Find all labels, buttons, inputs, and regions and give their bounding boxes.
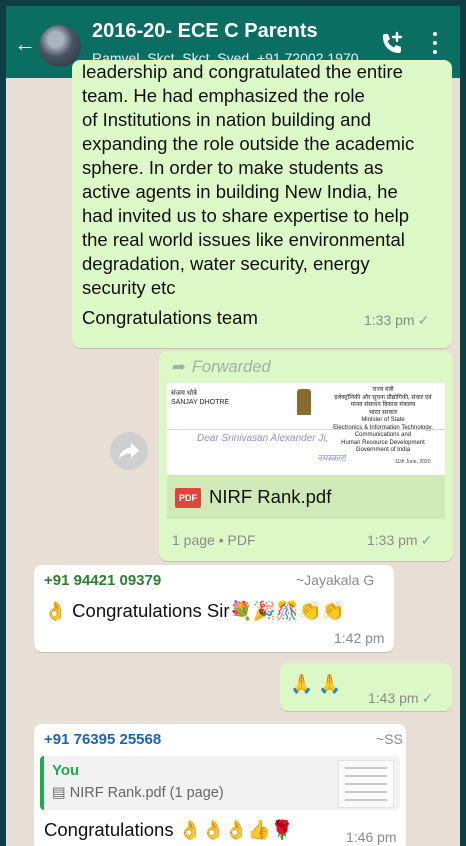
- message-time: 1:33 pm ✓: [364, 312, 429, 329]
- add-call-icon[interactable]: [378, 30, 406, 58]
- letterhead-line: राज्य मंत्री: [372, 387, 394, 393]
- sender-number[interactable]: +91 94421 09379: [44, 572, 161, 589]
- document-file-row[interactable]: PDF NIRF Rank.pdf: [167, 475, 445, 519]
- back-arrow-icon[interactable]: ←: [14, 33, 36, 55]
- letterhead-line: Communications and: [354, 432, 412, 438]
- letterhead-line: संजय धोत्रे: [171, 390, 197, 397]
- message-text: leadership and congratulated the entire …: [82, 61, 415, 298]
- forwarded-label: ➦ Forwarded: [172, 357, 271, 377]
- more-vert-icon[interactable]: [430, 32, 440, 58]
- time-label: 1:33 pm: [367, 532, 418, 548]
- chat-screen: ← 2016-20- ECE C Parents Ramvel, Skct, S…: [6, 6, 460, 846]
- quote-author: You: [52, 762, 80, 779]
- forward-icon: [119, 443, 139, 459]
- outgoing-message[interactable]: 🙏 🙏 1:43 pm ✓: [280, 663, 452, 711]
- emblem-image: [297, 389, 311, 415]
- letterhead-left: संजय धोत्रे SANJAY DHOTRE: [171, 389, 229, 407]
- quote-file: ▤ NIRF Rank.pdf (1 page): [52, 785, 224, 801]
- letterhead-line: Minister of State: [361, 417, 405, 423]
- message-time: 1:42 pm: [334, 630, 385, 646]
- forward-button[interactable]: [110, 432, 148, 470]
- quote-accent-bar: [40, 756, 44, 810]
- file-name: NIRF Rank.pdf: [209, 486, 332, 507]
- letterhead-line: भारत सरकार: [368, 409, 398, 416]
- forward-icon: ➦: [172, 358, 186, 376]
- forwarded-document-message[interactable]: ➦ Forwarded संजय धोत्रे SANJAY DHOTRE राज…: [159, 351, 453, 561]
- document-preview[interactable]: संजय धोत्रे SANJAY DHOTRE राज्य मंत्री इ…: [167, 383, 445, 475]
- read-tick-icon: ✓: [420, 532, 433, 548]
- preview-divider: [167, 429, 445, 430]
- read-tick-icon: ✓: [421, 690, 434, 706]
- message-time: 1:46 pm: [346, 829, 397, 845]
- group-title[interactable]: 2016-20- ECE C Parents: [92, 20, 318, 43]
- quote-thumbnail: [338, 760, 394, 808]
- message-text: 🙏 🙏: [290, 673, 342, 694]
- file-meta: 1 page • PDF: [172, 532, 256, 548]
- forwarded-text: Forwarded: [191, 358, 271, 376]
- handwritten-salutation: Dear Srinivasan Alexander Ji,: [197, 433, 329, 444]
- incoming-message[interactable]: +91 94421 09379 ~Jayakala G 👌 Congratula…: [34, 565, 394, 652]
- message-text: 👌 Congratulations Sir💐🎉🎊👏👏: [44, 600, 345, 621]
- document-icon: ▤: [52, 785, 70, 801]
- letterhead-right: राज्य मंत्री इलेक्ट्रॉनिकी और सूचना प्रौ…: [327, 387, 439, 455]
- time-label: 1:33 pm: [364, 312, 415, 328]
- pdf-icon: PDF: [175, 488, 201, 508]
- letterhead-line: इलेक्ट्रॉनिकी और सूचना प्रौद्योगिकी, संच…: [334, 394, 432, 401]
- quoted-message[interactable]: You ▤ NIRF Rank.pdf (1 page): [40, 756, 400, 810]
- letterhead-line: मानव संसाधन विकास मंत्रालय: [350, 402, 416, 408]
- message-text: Congratulations 👌👌👌👍🌹: [44, 819, 294, 840]
- message-time: 1:33 pm ✓: [367, 532, 432, 549]
- letter-date: 11th June, 2020: [395, 459, 431, 465]
- sender-alias: ~Jayakala G: [296, 572, 375, 588]
- message-time: 1:43 pm ✓: [368, 690, 433, 707]
- handwritten-greeting: नमस्कार!: [317, 453, 347, 463]
- incoming-reply-message[interactable]: +91 76395 25568 ~SS You ▤ NIRF Rank.pdf …: [34, 724, 406, 846]
- letterhead-line: Human Resource Development: [341, 439, 425, 446]
- sender-number[interactable]: +91 76395 25568: [44, 731, 161, 748]
- time-label: 1:43 pm: [368, 690, 419, 706]
- message-text: Congratulations team: [82, 307, 258, 328]
- message-list[interactable]: leadership and congratulated the entire …: [6, 60, 460, 846]
- letterhead-line: SANJAY DHOTRE: [171, 399, 230, 406]
- read-tick-icon: ✓: [417, 312, 430, 328]
- outgoing-message[interactable]: leadership and congratulated the entire …: [72, 60, 452, 348]
- quote-file-name: NIRF Rank.pdf (1 page): [69, 785, 224, 801]
- sender-alias: ~SS: [376, 731, 403, 747]
